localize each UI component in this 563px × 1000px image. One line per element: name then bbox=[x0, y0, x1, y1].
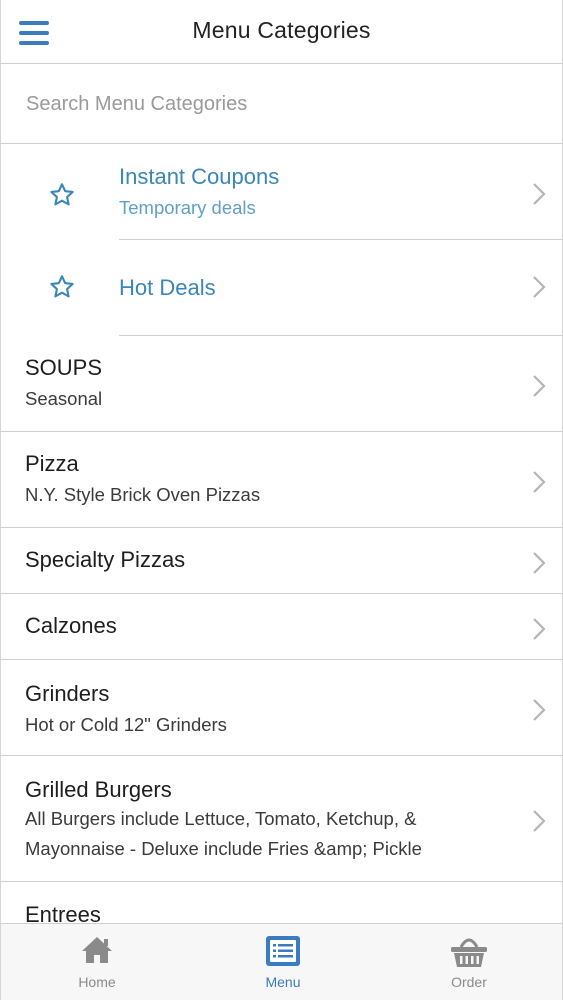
item-title: Calzones bbox=[25, 613, 117, 638]
star-icon[interactable] bbox=[48, 273, 76, 301]
home-icon bbox=[82, 937, 112, 963]
chevron-right-icon bbox=[533, 183, 546, 205]
chevron-right-icon bbox=[533, 552, 546, 574]
item-subtitle: All Burgers include Lettuce, Tomato, Ket… bbox=[25, 808, 422, 859]
list-item-calzones[interactable]: Calzones bbox=[1, 594, 562, 660]
basket-icon bbox=[451, 938, 487, 967]
item-title: Specialty Pizzas bbox=[25, 547, 186, 572]
chevron-right-icon bbox=[533, 699, 546, 721]
list-item-pizza[interactable]: Pizza N.Y. Style Brick Oven Pizzas bbox=[1, 432, 562, 528]
list-item-specialty-pizzas[interactable]: Specialty Pizzas bbox=[1, 528, 562, 594]
tab-order[interactable]: Order bbox=[375, 924, 562, 1000]
chevron-right-icon bbox=[533, 471, 546, 493]
chevron-right-icon bbox=[533, 810, 546, 832]
menu-list-icon bbox=[266, 936, 300, 966]
item-title: Grilled Burgers bbox=[25, 777, 172, 802]
tab-home[interactable]: Home bbox=[3, 924, 191, 1000]
list-item-hot-deals[interactable]: Hot Deals bbox=[1, 240, 562, 336]
search-bar bbox=[1, 65, 562, 144]
list-item-grilled-burgers[interactable]: Grilled Burgers All Burgers include Lett… bbox=[1, 756, 562, 882]
item-subtitle: Seasonal bbox=[25, 388, 103, 409]
chevron-right-icon bbox=[533, 375, 546, 397]
app-header: Menu Categories bbox=[1, 0, 562, 64]
item-title: Grinders bbox=[25, 681, 110, 706]
search-input[interactable] bbox=[26, 89, 526, 119]
list-item-grinders[interactable]: Grinders Hot or Cold 12" Grinders bbox=[1, 660, 562, 756]
tab-label: Order bbox=[451, 974, 487, 990]
item-subtitle: N.Y. Style Brick Oven Pizzas bbox=[25, 484, 261, 505]
list-item-instant-coupons[interactable]: Instant Coupons Temporary deals bbox=[1, 144, 562, 240]
tab-label: Home bbox=[78, 974, 116, 990]
chevron-right-icon bbox=[533, 276, 546, 298]
page-title: Menu Categories bbox=[192, 17, 371, 43]
item-subtitle: Temporary deals bbox=[119, 197, 256, 218]
category-list: Instant Coupons Temporary deals Hot Deal… bbox=[1, 144, 562, 948]
tab-label: Menu bbox=[265, 974, 301, 990]
list-item-soups[interactable]: SOUPS Seasonal bbox=[1, 336, 562, 432]
chevron-right-icon bbox=[533, 618, 546, 640]
item-subtitle: Hot or Cold 12" Grinders bbox=[25, 714, 227, 735]
item-title: Instant Coupons bbox=[119, 164, 280, 189]
item-title: SOUPS bbox=[25, 355, 103, 380]
star-icon[interactable] bbox=[48, 181, 76, 209]
item-title: Pizza bbox=[25, 451, 79, 476]
tab-menu[interactable]: Menu bbox=[189, 924, 377, 1000]
app-window: Menu Categories Instant Coupons Temporar… bbox=[0, 0, 563, 1000]
item-title: Hot Deals bbox=[119, 275, 216, 300]
bottom-tab-bar: Home Menu Order bbox=[1, 923, 562, 1000]
